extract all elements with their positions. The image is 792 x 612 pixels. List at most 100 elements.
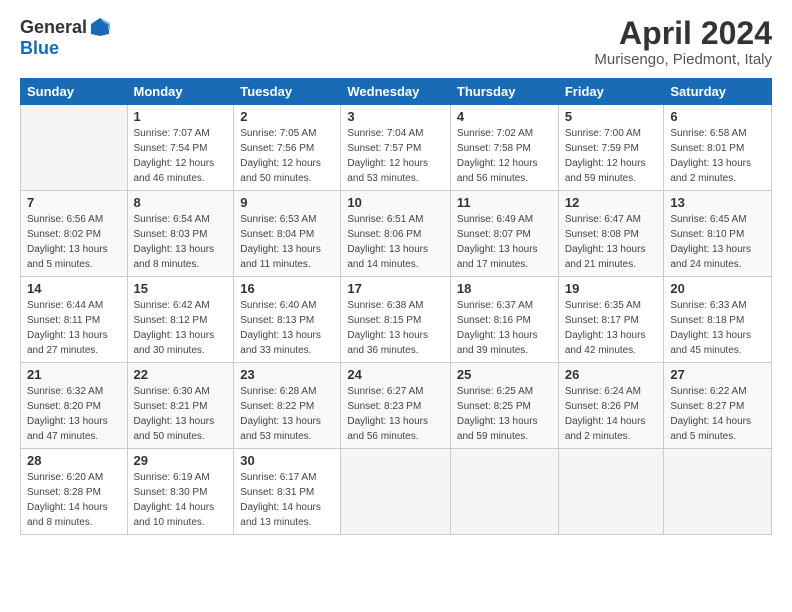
calendar-cell: 25 Sunrise: 6:25 AM Sunset: 8:25 PM Dayli…	[450, 363, 558, 449]
day-number: 28	[27, 453, 121, 468]
day-info: Sunrise: 7:00 AM Sunset: 7:59 PM Dayligh…	[565, 126, 658, 186]
day-number: 23	[240, 367, 334, 382]
day-info: Sunrise: 6:35 AM Sunset: 8:17 PM Dayligh…	[565, 298, 658, 358]
day-info: Sunrise: 6:22 AM Sunset: 8:27 PM Dayligh…	[670, 384, 765, 444]
logo-icon	[89, 16, 111, 38]
calendar-cell: 16 Sunrise: 6:40 AM Sunset: 8:13 PM Dayli…	[234, 277, 341, 363]
day-info: Sunrise: 6:56 AM Sunset: 8:02 PM Dayligh…	[27, 212, 121, 272]
calendar-cell: 6Sunrise: 6:58 AM Sunset: 8:01 PM Daylig…	[664, 105, 772, 191]
calendar-header-saturday: Saturday	[664, 79, 772, 105]
day-number: 6	[670, 109, 765, 124]
day-info: Sunrise: 7:02 AM Sunset: 7:58 PM Dayligh…	[457, 126, 552, 186]
calendar-cell	[664, 449, 772, 535]
calendar-header-wednesday: Wednesday	[341, 79, 451, 105]
calendar-header-row: SundayMondayTuesdayWednesdayThursdayFrid…	[21, 79, 772, 105]
day-info: Sunrise: 6:51 AM Sunset: 8:06 PM Dayligh…	[347, 212, 444, 272]
day-number: 15	[134, 281, 228, 296]
day-info: Sunrise: 6:25 AM Sunset: 8:25 PM Dayligh…	[457, 384, 552, 444]
calendar-cell: 14 Sunrise: 6:44 AM Sunset: 8:11 PM Dayli…	[21, 277, 128, 363]
location: Murisengo, Piedmont, Italy	[594, 51, 772, 68]
calendar-week-5: 28 Sunrise: 6:20 AM Sunset: 8:28 PM Dayli…	[21, 449, 772, 535]
calendar-cell: 1 Sunrise: 7:07 AM Sunset: 7:54 PM Daylig…	[127, 105, 234, 191]
calendar-week-2: 7 Sunrise: 6:56 AM Sunset: 8:02 PM Daylig…	[21, 191, 772, 277]
title-section: April 2024 Murisengo, Piedmont, Italy	[594, 16, 772, 68]
day-number: 29	[134, 453, 228, 468]
day-info: Sunrise: 6:32 AM Sunset: 8:20 PM Dayligh…	[27, 384, 121, 444]
day-info: Sunrise: 6:28 AM Sunset: 8:22 PM Dayligh…	[240, 384, 334, 444]
day-number: 26	[565, 367, 658, 382]
calendar-header-thursday: Thursday	[450, 79, 558, 105]
calendar-cell: 10 Sunrise: 6:51 AM Sunset: 8:06 PM Dayli…	[341, 191, 451, 277]
calendar-cell	[21, 105, 128, 191]
day-info: Sunrise: 6:27 AM Sunset: 8:23 PM Dayligh…	[347, 384, 444, 444]
day-number: 16	[240, 281, 334, 296]
logo: General Blue	[20, 16, 111, 59]
calendar-cell: 26 Sunrise: 6:24 AM Sunset: 8:26 PM Dayli…	[558, 363, 664, 449]
calendar-cell: 24 Sunrise: 6:27 AM Sunset: 8:23 PM Dayli…	[341, 363, 451, 449]
day-info: Sunrise: 7:07 AM Sunset: 7:54 PM Dayligh…	[134, 126, 228, 186]
day-info: Sunrise: 6:42 AM Sunset: 8:12 PM Dayligh…	[134, 298, 228, 358]
calendar-cell: 13Sunrise: 6:45 AM Sunset: 8:10 PM Dayli…	[664, 191, 772, 277]
day-info: Sunrise: 6:24 AM Sunset: 8:26 PM Dayligh…	[565, 384, 658, 444]
day-info: Sunrise: 6:33 AM Sunset: 8:18 PM Dayligh…	[670, 298, 765, 358]
day-number: 22	[134, 367, 228, 382]
calendar-cell: 4 Sunrise: 7:02 AM Sunset: 7:58 PM Daylig…	[450, 105, 558, 191]
day-info: Sunrise: 6:53 AM Sunset: 8:04 PM Dayligh…	[240, 212, 334, 272]
calendar-cell: 2Sunrise: 7:05 AM Sunset: 7:56 PM Daylig…	[234, 105, 341, 191]
day-number: 18	[457, 281, 552, 296]
day-number: 27	[670, 367, 765, 382]
day-number: 14	[27, 281, 121, 296]
calendar-week-1: 1 Sunrise: 7:07 AM Sunset: 7:54 PM Daylig…	[21, 105, 772, 191]
day-number: 20	[670, 281, 765, 296]
day-info: Sunrise: 6:40 AM Sunset: 8:13 PM Dayligh…	[240, 298, 334, 358]
calendar-cell: 12 Sunrise: 6:47 AM Sunset: 8:08 PM Dayli…	[558, 191, 664, 277]
calendar-header-sunday: Sunday	[21, 79, 128, 105]
calendar-header-monday: Monday	[127, 79, 234, 105]
calendar-cell	[558, 449, 664, 535]
calendar-cell: 8Sunrise: 6:54 AM Sunset: 8:03 PM Daylig…	[127, 191, 234, 277]
day-info: Sunrise: 6:47 AM Sunset: 8:08 PM Dayligh…	[565, 212, 658, 272]
day-number: 17	[347, 281, 444, 296]
day-info: Sunrise: 6:30 AM Sunset: 8:21 PM Dayligh…	[134, 384, 228, 444]
logo-general-text: General	[20, 17, 87, 38]
calendar-cell: 7 Sunrise: 6:56 AM Sunset: 8:02 PM Daylig…	[21, 191, 128, 277]
calendar-cell: 9 Sunrise: 6:53 AM Sunset: 8:04 PM Daylig…	[234, 191, 341, 277]
day-number: 12	[565, 195, 658, 210]
day-number: 19	[565, 281, 658, 296]
day-number: 5	[565, 109, 658, 124]
day-info: Sunrise: 6:20 AM Sunset: 8:28 PM Dayligh…	[27, 470, 121, 530]
calendar-cell: 3 Sunrise: 7:04 AM Sunset: 7:57 PM Daylig…	[341, 105, 451, 191]
day-number: 11	[457, 195, 552, 210]
calendar-cell: 17 Sunrise: 6:38 AM Sunset: 8:15 PM Dayli…	[341, 277, 451, 363]
day-info: Sunrise: 6:38 AM Sunset: 8:15 PM Dayligh…	[347, 298, 444, 358]
calendar-header-friday: Friday	[558, 79, 664, 105]
day-number: 10	[347, 195, 444, 210]
calendar-cell: 22 Sunrise: 6:30 AM Sunset: 8:21 PM Dayli…	[127, 363, 234, 449]
logo-blue-text: Blue	[20, 38, 59, 59]
day-number: 21	[27, 367, 121, 382]
day-info: Sunrise: 7:05 AM Sunset: 7:56 PM Dayligh…	[240, 126, 334, 186]
day-info: Sunrise: 6:44 AM Sunset: 8:11 PM Dayligh…	[27, 298, 121, 358]
day-info: Sunrise: 6:17 AM Sunset: 8:31 PM Dayligh…	[240, 470, 334, 530]
day-number: 24	[347, 367, 444, 382]
calendar-cell	[450, 449, 558, 535]
day-info: Sunrise: 6:19 AM Sunset: 8:30 PM Dayligh…	[134, 470, 228, 530]
day-number: 30	[240, 453, 334, 468]
calendar-cell: 30 Sunrise: 6:17 AM Sunset: 8:31 PM Dayli…	[234, 449, 341, 535]
calendar-cell	[341, 449, 451, 535]
calendar-cell: 19 Sunrise: 6:35 AM Sunset: 8:17 PM Dayli…	[558, 277, 664, 363]
calendar-cell: 27 Sunrise: 6:22 AM Sunset: 8:27 PM Dayli…	[664, 363, 772, 449]
day-info: Sunrise: 6:49 AM Sunset: 8:07 PM Dayligh…	[457, 212, 552, 272]
day-number: 9	[240, 195, 334, 210]
calendar-cell: 29 Sunrise: 6:19 AM Sunset: 8:30 PM Dayli…	[127, 449, 234, 535]
day-info: Sunrise: 7:04 AM Sunset: 7:57 PM Dayligh…	[347, 126, 444, 186]
day-number: 3	[347, 109, 444, 124]
day-number: 7	[27, 195, 121, 210]
calendar-cell: 21 Sunrise: 6:32 AM Sunset: 8:20 PM Dayli…	[21, 363, 128, 449]
day-number: 4	[457, 109, 552, 124]
day-number: 1	[134, 109, 228, 124]
calendar-week-4: 21 Sunrise: 6:32 AM Sunset: 8:20 PM Dayli…	[21, 363, 772, 449]
day-number: 25	[457, 367, 552, 382]
calendar-cell: 15 Sunrise: 6:42 AM Sunset: 8:12 PM Dayli…	[127, 277, 234, 363]
calendar-cell: 11 Sunrise: 6:49 AM Sunset: 8:07 PM Dayli…	[450, 191, 558, 277]
